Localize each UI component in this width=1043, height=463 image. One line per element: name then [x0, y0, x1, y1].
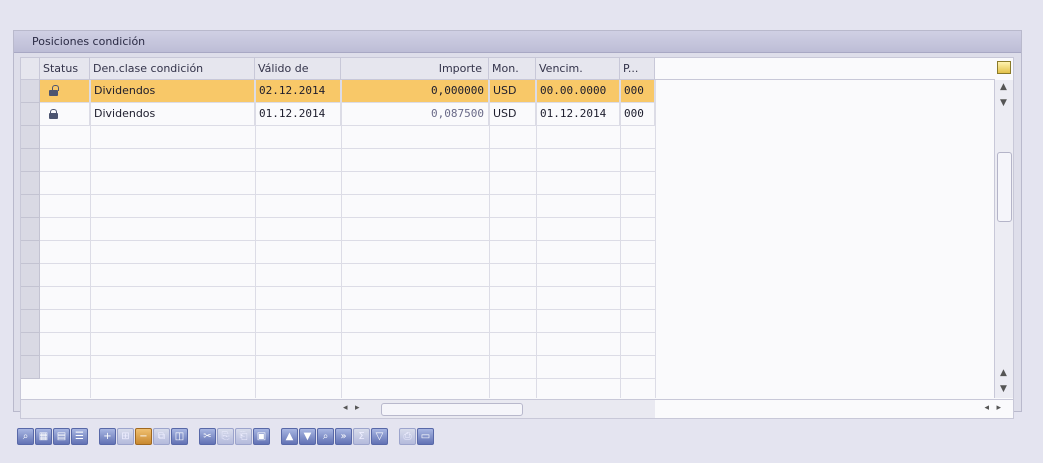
duplicate-icon[interactable]: ◫	[171, 428, 188, 445]
empty-table-row[interactable]	[40, 149, 655, 172]
vertical-scrollbar[interactable]: ▲ ▼ ▲ ▼	[994, 80, 1013, 398]
currency-cell: USD	[489, 80, 536, 102]
currency-cell: USD	[489, 103, 536, 125]
deselect-all-icon[interactable]: ▤	[53, 428, 70, 445]
empty-table-row[interactable]	[40, 356, 655, 379]
row-selector[interactable]	[21, 195, 40, 218]
empty-table-row[interactable]	[40, 172, 655, 195]
row-selector[interactable]	[21, 310, 40, 333]
delete-row-icon[interactable]: −	[135, 428, 152, 445]
choose-icon[interactable]: ☰	[71, 428, 88, 445]
cut-icon[interactable]: ✂	[199, 428, 216, 445]
empty-table-row[interactable]	[40, 333, 655, 356]
row-selector[interactable]	[21, 356, 40, 379]
empty-table-row[interactable]	[40, 126, 655, 149]
scroll-left-icon[interactable]: ◂	[343, 403, 348, 413]
empty-table-row[interactable]	[40, 195, 655, 218]
row-selector[interactable]	[21, 126, 40, 149]
empty-table-row[interactable]	[40, 241, 655, 264]
row-selector[interactable]	[21, 103, 40, 126]
column-header-condition-class[interactable]: Den.clase condición	[90, 58, 255, 80]
print-icon[interactable]: ⎙	[399, 428, 416, 445]
amount-cell: 0,000000	[341, 80, 489, 102]
paste-icon[interactable]: ⎗	[235, 428, 252, 445]
sort-ascending-icon[interactable]: ▲	[281, 428, 298, 445]
p-cell: 000	[620, 80, 655, 102]
scroll-up-icon[interactable]: ▲	[1000, 368, 1007, 378]
horizontal-scrollbar[interactable]: ◂ ▸	[21, 399, 655, 418]
condition-items-panel: Posiciones condición Status Den.clase co…	[13, 30, 1022, 419]
valid-from-cell: 02.12.2014	[255, 80, 341, 102]
row-selector[interactable]	[21, 80, 40, 103]
row-selector[interactable]	[21, 149, 40, 172]
select-all-icon[interactable]: ▦	[35, 428, 52, 445]
row-selector[interactable]	[21, 333, 40, 356]
append-row-icon[interactable]: ⊞	[117, 428, 134, 445]
valid-from-cell: 01.12.2014	[255, 103, 341, 125]
column-header-status[interactable]: Status	[40, 58, 90, 80]
condition-class-cell: Dividendos	[90, 103, 255, 125]
due-date-cell: 00.00.0000	[536, 80, 620, 102]
column-header-p[interactable]: P...	[620, 58, 655, 80]
due-date-cell: 01.12.2014	[536, 103, 620, 125]
layout-settings-icon[interactable]	[997, 61, 1011, 74]
copy-icon[interactable]: ⎘	[217, 428, 234, 445]
column-header-amount[interactable]: Importe	[341, 58, 489, 80]
status-cell	[40, 103, 90, 125]
row-selector[interactable]	[21, 172, 40, 195]
column-header-valid-from[interactable]: Válido de	[255, 58, 341, 80]
row-selector[interactable]	[21, 264, 40, 287]
column-divider	[655, 80, 656, 398]
table-row[interactable]: Dividendos 01.12.2014 0,087500 USD 01.12…	[40, 103, 655, 126]
details-icon[interactable]: ⌕	[17, 428, 34, 445]
amount-cell: 0,087500	[341, 103, 489, 125]
table-row[interactable]: Dividendos 02.12.2014 0,000000 USD 00.00…	[40, 80, 655, 103]
empty-table-row[interactable]	[40, 218, 655, 241]
find-icon[interactable]: ⌕	[317, 428, 334, 445]
empty-table-row[interactable]	[40, 287, 655, 310]
insert-row-icon[interactable]: +	[99, 428, 116, 445]
unlocked-icon	[48, 85, 59, 96]
empty-table-row[interactable]	[40, 264, 655, 287]
row-selector[interactable]	[21, 287, 40, 310]
panel-title: Posiciones condición	[14, 31, 1021, 53]
sort-descending-icon[interactable]: ▼	[299, 428, 316, 445]
empty-table-row[interactable]	[40, 310, 655, 333]
total-icon[interactable]: Σ	[353, 428, 370, 445]
status-cell	[40, 80, 90, 102]
paste-new-icon[interactable]: ▣	[253, 428, 270, 445]
condition-class-cell: Dividendos	[90, 80, 255, 102]
export-icon[interactable]: ▭	[417, 428, 434, 445]
find-next-icon[interactable]: »	[335, 428, 352, 445]
row-selector[interactable]	[21, 218, 40, 241]
copy-row-icon[interactable]: ⧉	[153, 428, 170, 445]
column-header-due-date[interactable]: Vencim.	[536, 58, 620, 80]
vertical-scroll-thumb[interactable]	[997, 152, 1012, 222]
p-cell: 000	[620, 103, 655, 125]
scroll-left-icon[interactable]: ◂	[984, 403, 989, 413]
scroll-down-icon[interactable]: ▼	[1000, 384, 1007, 394]
column-header-currency[interactable]: Mon.	[489, 58, 536, 80]
row-selector[interactable]	[21, 241, 40, 264]
header-filler	[655, 58, 995, 80]
scroll-right-icon[interactable]: ▸	[355, 403, 360, 413]
conditions-table: Status Den.clase condición Válido de Imp…	[20, 57, 1014, 419]
scroll-up-icon[interactable]: ▲	[1000, 82, 1007, 92]
horizontal-scroll-thumb[interactable]	[381, 403, 523, 416]
locked-icon	[48, 109, 59, 119]
scroll-right-icon[interactable]: ▸	[996, 403, 1001, 413]
horizontal-scrollbar-right[interactable]: ◂ ▸	[655, 399, 1013, 418]
select-all-corner[interactable]	[21, 58, 40, 80]
scroll-down-icon[interactable]: ▼	[1000, 98, 1007, 108]
filter-icon[interactable]: ▽	[371, 428, 388, 445]
